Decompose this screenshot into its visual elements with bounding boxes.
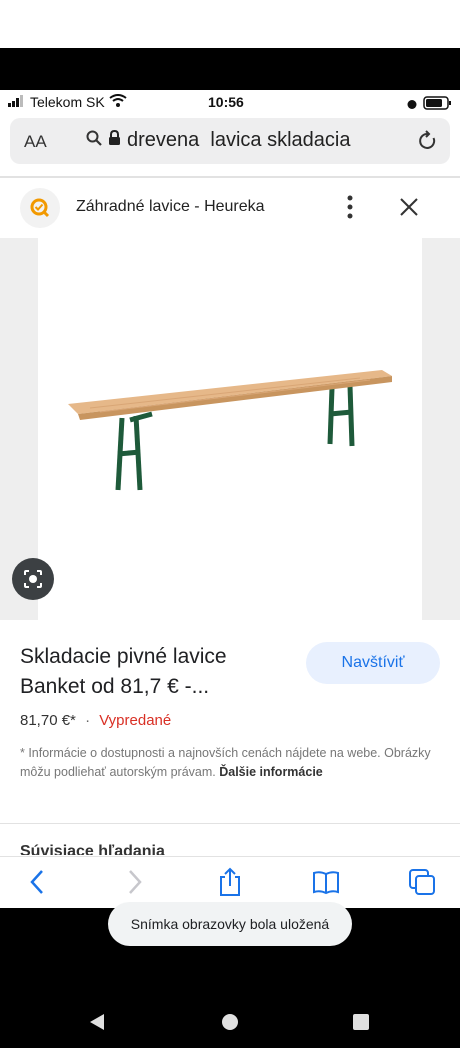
product-title[interactable]: Skladacie pivné lavice Banket od 81,7 € …	[20, 642, 290, 702]
sheet-header: Záhradné lavice - Heureka	[0, 178, 460, 238]
search-icon	[86, 129, 102, 152]
nav-recents-icon[interactable]	[352, 1013, 370, 1036]
forward-icon[interactable]	[118, 866, 150, 898]
lock-icon	[108, 129, 121, 152]
image-side-panel-right	[422, 238, 460, 620]
status-bar: Telekom SK 10:56	[0, 90, 460, 114]
divider	[0, 823, 460, 824]
text-size-label: AA	[24, 132, 47, 151]
signal-icon	[8, 94, 26, 110]
text-size-button[interactable]: AA	[24, 132, 47, 152]
address-bar[interactable]: AA drevena lavica skladacia	[10, 118, 450, 164]
lens-icon[interactable]	[12, 558, 54, 600]
product-image-area	[0, 238, 460, 620]
battery-icon	[423, 96, 453, 113]
back-icon[interactable]	[22, 866, 54, 898]
status-left: Telekom SK	[8, 94, 127, 110]
top-black-bar	[0, 48, 460, 90]
share-icon[interactable]	[214, 866, 246, 898]
disclaimer: * Informácie o dostupnosti a najnovších …	[20, 744, 440, 782]
screenshot-toast: Snímka obrazovky bola uložená	[108, 902, 352, 946]
top-margin	[0, 0, 460, 48]
tabs-icon[interactable]	[406, 866, 438, 898]
wifi-icon	[109, 94, 127, 110]
availability-badge: Vypredané	[99, 712, 172, 729]
close-icon[interactable]	[398, 196, 420, 223]
status-right	[406, 96, 453, 113]
visit-button[interactable]: Navštíviť	[306, 642, 440, 684]
heureka-logo-icon	[20, 188, 60, 228]
android-nav-bar	[0, 1000, 460, 1048]
bookmarks-icon[interactable]	[310, 866, 342, 898]
browser-toolbar	[0, 856, 460, 908]
more-vert-icon[interactable]	[340, 194, 360, 225]
price-row: 81,70 €* · Vypredané	[20, 712, 171, 729]
reload-icon[interactable]	[418, 130, 438, 157]
nav-home-icon[interactable]	[220, 1012, 240, 1037]
url-query: drevena lavica skladacia	[127, 129, 351, 151]
price: 81,70 €*	[20, 712, 76, 729]
clock: 10:56	[208, 94, 244, 110]
more-info-link[interactable]: Ďalšie informácie	[219, 765, 323, 779]
related-searches-heading: Súvisiace hľadania	[20, 843, 165, 855]
bench-image[interactable]	[60, 358, 400, 513]
sheet-title: Záhradné lavice - Heureka	[76, 198, 265, 215]
separator: ·	[85, 712, 91, 729]
nav-back-icon[interactable]	[88, 1012, 106, 1037]
url-field[interactable]: drevena lavica skladacia	[86, 129, 350, 152]
carrier-label: Telekom SK	[30, 94, 105, 110]
divider	[0, 856, 460, 857]
alarm-icon	[406, 97, 418, 113]
